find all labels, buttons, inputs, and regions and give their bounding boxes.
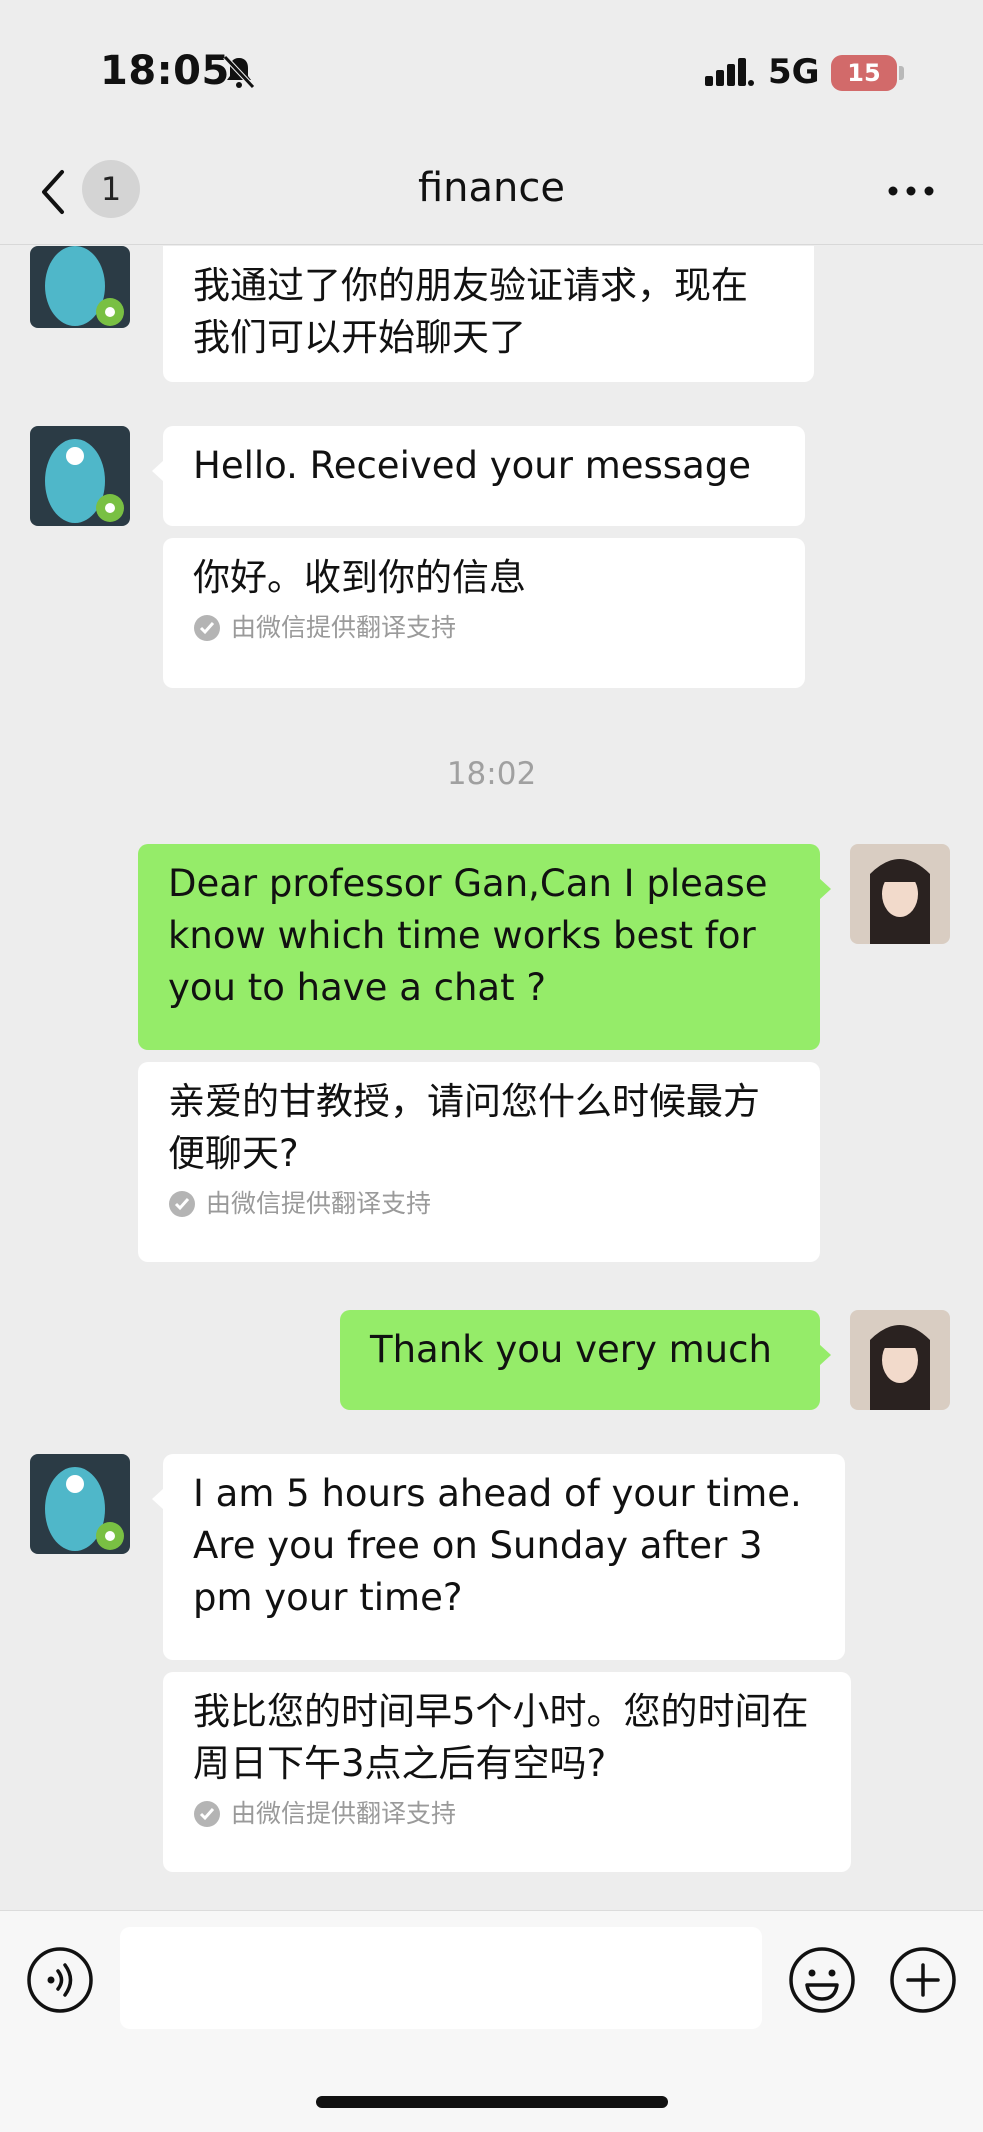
voice-icon[interactable]	[25, 1945, 95, 2015]
message-bubble[interactable]: 我通过了你的朋友验证请求，现在我们可以开始聊天了	[163, 246, 814, 382]
message-text: 我通过了你的朋友验证请求，现在我们可以开始聊天了	[193, 264, 748, 359]
translation-note: 由微信提供翻译支持	[193, 1796, 821, 1832]
more-icon[interactable]	[887, 184, 935, 198]
bell-muted-icon	[223, 55, 255, 89]
translation-note-text: 由微信提供翻译支持	[206, 1189, 432, 1218]
message-bubble[interactable]: Dear professor Gan,Can I please know whi…	[138, 844, 831, 1050]
translation-bubble[interactable]: 我比您的时间早5个小时。您的时间在周日下午3点之后有空吗? 由微信提供翻译支持	[163, 1672, 851, 1872]
translation-bubble[interactable]: 亲爱的甘教授，请问您什么时候最方便聊天? 由微信提供翻译支持	[138, 1062, 820, 1262]
message-bubble[interactable]: Thank you very much	[340, 1310, 831, 1410]
self-avatar[interactable]	[850, 844, 950, 944]
signal-icon	[705, 58, 754, 86]
message-bubble[interactable]: Hello. Received your message	[152, 426, 805, 526]
message-timestamp: 18:02	[446, 756, 537, 792]
self-avatar[interactable]	[850, 1310, 950, 1410]
translation-note-text: 由微信提供翻译支持	[231, 1799, 457, 1828]
contact-avatar[interactable]	[30, 246, 130, 328]
translation-text: 亲爱的甘教授，请问您什么时候最方便聊天?	[168, 1080, 760, 1175]
network-label: 5G	[768, 52, 820, 92]
check-icon	[194, 615, 220, 641]
translation-note: 由微信提供翻译支持	[193, 610, 775, 646]
message-text: I am 5 hours ahead of your time. Are you…	[193, 1472, 802, 1619]
home-indicator	[316, 2096, 668, 2108]
message-text: Dear professor Gan,Can I please know whi…	[168, 862, 768, 1009]
message-input[interactable]	[120, 1927, 762, 2029]
translation-text: 我比您的时间早5个小时。您的时间在周日下午3点之后有空吗?	[193, 1690, 809, 1785]
status-time: 18:05	[100, 48, 230, 94]
translation-bubble[interactable]: 你好。收到你的信息 由微信提供翻译支持	[163, 538, 805, 688]
chat-title: finance	[417, 165, 565, 211]
input-bar	[0, 1910, 983, 2132]
emoji-icon[interactable]	[787, 1945, 857, 2015]
status-bar: 18:05 5G 15	[0, 0, 983, 140]
contact-avatar[interactable]	[30, 426, 130, 526]
message-text: Thank you very much	[370, 1328, 772, 1371]
contact-avatar[interactable]	[30, 1454, 130, 1554]
chat-header: 1 finance	[0, 140, 983, 245]
message-text: Hello. Received your message	[193, 444, 751, 487]
translation-note: 由微信提供翻译支持	[168, 1186, 790, 1222]
battery-indicator: 15	[831, 55, 897, 91]
check-icon	[194, 1801, 220, 1827]
translation-note-text: 由微信提供翻译支持	[231, 613, 457, 642]
message-bubble[interactable]: I am 5 hours ahead of your time. Are you…	[152, 1454, 845, 1660]
plus-icon[interactable]	[888, 1945, 958, 2015]
battery-cap	[899, 66, 904, 80]
translation-text: 你好。收到你的信息	[193, 556, 526, 599]
check-icon	[169, 1191, 195, 1217]
chat-messages[interactable]: 我通过了你的朋友验证请求，现在我们可以开始聊天了 Hello. Received…	[0, 246, 983, 1910]
